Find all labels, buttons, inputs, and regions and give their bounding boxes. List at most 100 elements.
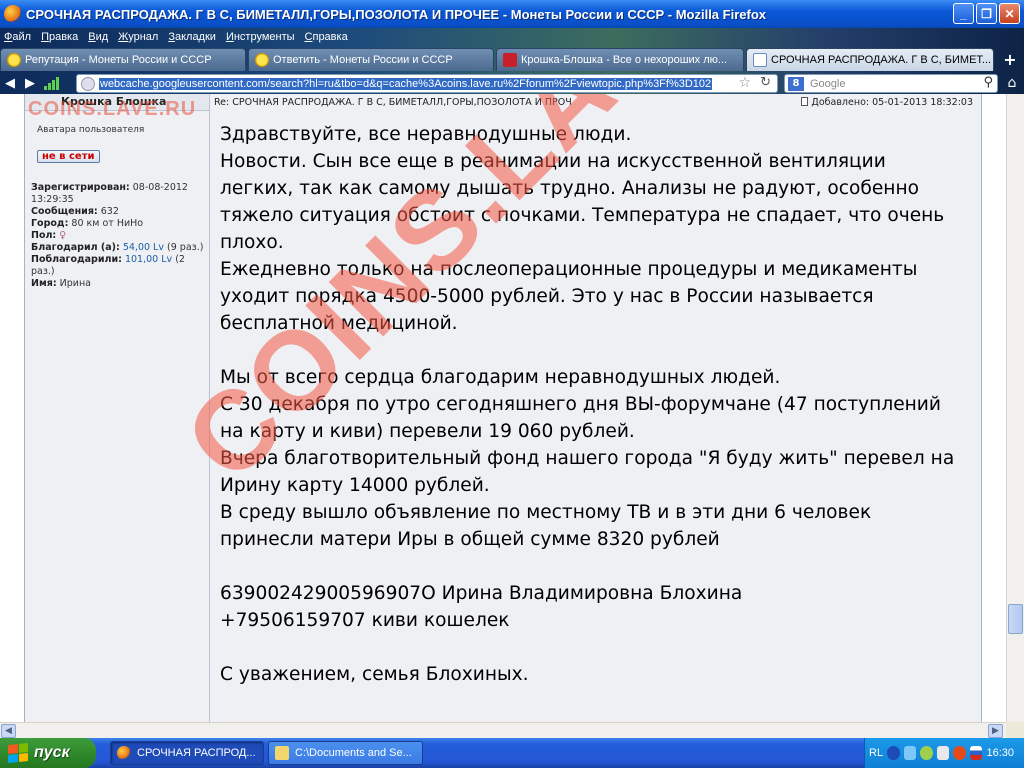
tab-label: Крошка-Блошка - Все о нехороших лю... bbox=[521, 54, 728, 66]
taskbar-item-label: СРОЧНАЯ РАСПРОД... bbox=[137, 747, 256, 759]
was-thanked-value[interactable]: 101,00 Lv bbox=[125, 254, 172, 265]
site-identity-icon[interactable] bbox=[81, 76, 95, 91]
bookmark-star-icon[interactable]: ☆ bbox=[738, 75, 751, 91]
folder-icon bbox=[275, 746, 289, 760]
tab-reputation[interactable]: Репутация - Монеты России и СССР bbox=[0, 48, 246, 71]
search-icon[interactable]: ⚲ bbox=[983, 75, 993, 90]
tab-label: СРОЧНАЯ РАСПРОДАЖА. Г В С, БИМЕТ... bbox=[771, 54, 992, 66]
thanked-value[interactable]: 54,00 Lv bbox=[123, 242, 164, 253]
navigation-bar: ◀ ▶ webcache.googleusercontent.com/searc… bbox=[0, 72, 1024, 94]
post-line: Вчера благотворительный фонд нашего горо… bbox=[220, 448, 955, 469]
post-date: Добавлено: 05-01-2013 18:32:03 bbox=[801, 97, 973, 108]
smiley-icon bbox=[255, 53, 269, 67]
maximize-button[interactable]: ❐ bbox=[976, 3, 997, 24]
messages-value: 632 bbox=[100, 206, 119, 217]
was-thanked-label: Поблагодарили: bbox=[31, 254, 122, 265]
horizontal-scrollbar[interactable]: ◀ ▶ bbox=[0, 722, 1006, 738]
post-icon[interactable] bbox=[801, 97, 809, 106]
right-gutter bbox=[982, 94, 1006, 722]
menu-edit[interactable]: Правка bbox=[41, 31, 78, 43]
hammer-sickle-icon bbox=[503, 53, 517, 67]
post-line: бесплатной медициной. bbox=[220, 313, 458, 334]
taskbar-item-label: C:\Documents and Se... bbox=[295, 747, 412, 759]
post-body: Здравствуйте, все неравнодушные люди. Нов… bbox=[220, 121, 980, 688]
window-title-bar[interactable]: СРОЧНАЯ РАСПРОДАЖА. Г В С, БИМЕТАЛЛ,ГОРЫ… bbox=[0, 0, 1024, 28]
post-subject[interactable]: Re: СРОЧНАЯ РАСПРОДАЖА. Г В С, БИМЕТАЛЛ,… bbox=[214, 97, 572, 108]
forum-post-table: Крошка Блошка Аватара пользователя не в … bbox=[24, 94, 982, 722]
post-line: +79506159707 киви кошелек bbox=[220, 610, 510, 631]
new-tab-button[interactable]: + bbox=[998, 48, 1022, 71]
avatar-placeholder: Аватара пользователя bbox=[37, 125, 145, 135]
google-icon bbox=[753, 53, 767, 67]
taskbar-item-firefox[interactable]: СРОЧНАЯ РАСПРОД... bbox=[110, 741, 264, 765]
page-content: Крошка Блошка Аватара пользователя не в … bbox=[0, 94, 1024, 722]
name-label: Имя: bbox=[31, 278, 57, 289]
scrollbar-thumb[interactable] bbox=[1008, 604, 1023, 634]
thanked-label: Благодарил (а): bbox=[31, 242, 120, 253]
post-line: тяжело ситуация обстоит с почками. Темпе… bbox=[220, 205, 945, 226]
minimize-button[interactable]: _ bbox=[953, 3, 974, 24]
forward-button[interactable]: ▶ bbox=[20, 73, 40, 93]
post-line: 63900242900596907О Ирина Владимировна Бл… bbox=[220, 583, 743, 604]
clock: 16:30 bbox=[986, 747, 1014, 759]
vertical-scrollbar[interactable] bbox=[1006, 94, 1024, 722]
close-button[interactable]: ✕ bbox=[999, 3, 1020, 24]
scrollbar-corner bbox=[1006, 722, 1024, 738]
scroll-left-arrow-icon[interactable]: ◀ bbox=[1, 724, 16, 738]
messages-label: Сообщения: bbox=[31, 206, 98, 217]
tray-network-icon[interactable] bbox=[936, 746, 950, 760]
menu-tools[interactable]: Инструменты bbox=[226, 31, 295, 43]
reload-icon[interactable]: ↻ bbox=[760, 75, 771, 90]
post-blank-line bbox=[220, 634, 980, 661]
post-line: Ирину карту 14000 рублей. bbox=[220, 475, 490, 496]
tab-label: Репутация - Монеты России и СССР bbox=[25, 54, 212, 66]
google-icon[interactable]: 8 bbox=[788, 76, 804, 91]
tray-icq-icon[interactable] bbox=[920, 746, 933, 760]
taskbar-item-explorer[interactable]: C:\Documents and Se... bbox=[268, 741, 423, 765]
start-button[interactable]: пуск bbox=[0, 738, 96, 768]
gender-label: Пол: bbox=[31, 230, 57, 241]
home-button[interactable]: ⌂ bbox=[1002, 73, 1022, 93]
tab-kroshka-bloshka[interactable]: Крошка-Блошка - Все о нехороших лю... bbox=[496, 48, 744, 71]
tab-reply[interactable]: Ответить - Монеты России и СССР bbox=[248, 48, 494, 71]
menu-file[interactable]: Файл bbox=[4, 31, 31, 43]
menu-view[interactable]: Вид bbox=[88, 31, 108, 43]
watermark-top: COINS.LAVE.RU bbox=[28, 98, 197, 120]
online-status-badge: не в сети bbox=[37, 150, 100, 163]
tray-opera-icon[interactable] bbox=[953, 746, 966, 760]
signal-icon bbox=[44, 76, 60, 90]
address-bar[interactable]: webcache.googleusercontent.com/search?hl… bbox=[76, 74, 778, 93]
tab-strip: Репутация - Монеты России и СССР Ответит… bbox=[0, 47, 1024, 71]
gender-female-icon: ♀ bbox=[59, 230, 67, 241]
post-blank-line bbox=[220, 553, 980, 580]
menu-bookmarks[interactable]: Закладки bbox=[168, 31, 216, 43]
post-line: принесли матери Иры в общей сумме 8320 р… bbox=[220, 529, 720, 550]
post-line: С 30 декабря по утро сегодняшнего дня ВЫ… bbox=[220, 394, 941, 415]
url-text[interactable]: webcache.googleusercontent.com/search?hl… bbox=[99, 77, 713, 90]
windows-logo-icon bbox=[8, 742, 28, 764]
menu-help[interactable]: Справка bbox=[305, 31, 348, 43]
back-button[interactable]: ◀ bbox=[0, 73, 20, 93]
post-cell: Re: СРОЧНАЯ РАСПРОДАЖА. Г В С, БИМЕТАЛЛ,… bbox=[210, 94, 981, 722]
tray-flag-icon[interactable] bbox=[969, 746, 983, 760]
tray-app-icon[interactable] bbox=[903, 746, 917, 760]
post-line: Здравствуйте, все неравнодушные люди. bbox=[220, 124, 632, 145]
post-line: плохо. bbox=[220, 232, 284, 253]
tab-current[interactable]: СРОЧНАЯ РАСПРОДАЖА. Г В С, БИМЕТ... ✕ bbox=[746, 48, 994, 71]
left-gutter bbox=[0, 94, 24, 722]
post-line: легких, так как самому дышать трудно. Ан… bbox=[220, 178, 919, 199]
author-cell: Крошка Блошка Аватара пользователя не в … bbox=[25, 94, 210, 722]
language-indicator[interactable]: RL bbox=[869, 747, 883, 759]
menu-history[interactable]: Журнал bbox=[118, 31, 158, 43]
post-line: С уважением, семья Блохиных. bbox=[220, 664, 529, 685]
search-box[interactable]: 8 Google ⚲ bbox=[784, 74, 998, 93]
post-line: Ежедневно только на послеоперационные пр… bbox=[220, 259, 918, 280]
menu-bar: Файл Правка Вид Журнал Закладки Инструме… bbox=[0, 28, 1024, 46]
post-line: на карту и киви) перевели 19 060 рублей. bbox=[220, 421, 635, 442]
city-label: Город: bbox=[31, 218, 69, 229]
scroll-right-arrow-icon[interactable]: ▶ bbox=[988, 724, 1003, 738]
tray-arrow-icon[interactable] bbox=[887, 746, 900, 760]
smiley-icon bbox=[7, 53, 21, 67]
firefox-icon bbox=[117, 746, 131, 760]
post-blank-line bbox=[220, 337, 980, 364]
